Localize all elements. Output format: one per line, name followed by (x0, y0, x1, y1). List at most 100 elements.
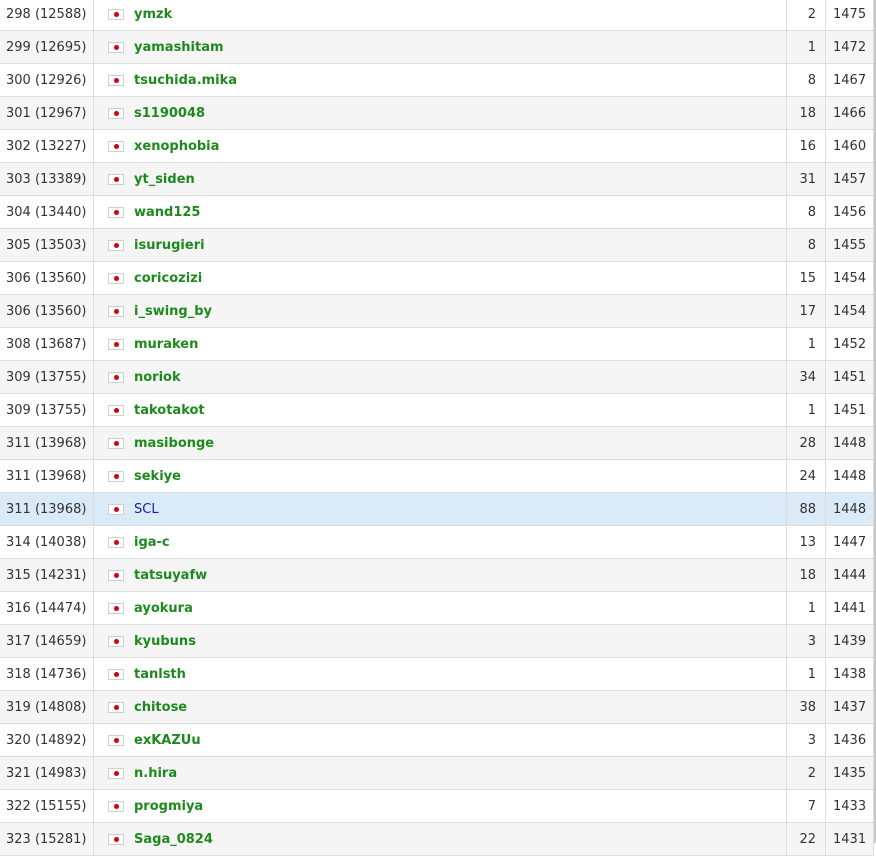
japan-flag-icon (108, 338, 124, 350)
username-link[interactable]: kyubuns (134, 634, 196, 649)
username-link[interactable]: isurugieri (134, 238, 205, 253)
username-link[interactable]: exKAZUu (134, 733, 201, 748)
japan-flag-icon (108, 503, 124, 515)
rating-cell: 1447 (826, 526, 874, 558)
rank-cell: 314 (14038) (0, 526, 94, 558)
japan-flag-icon (108, 767, 124, 779)
rating-cell: 1456 (826, 196, 874, 228)
japan-flag-icon (108, 272, 124, 284)
japan-flag-icon (108, 800, 124, 812)
rank-cell: 316 (14474) (0, 592, 94, 624)
japan-flag-icon (108, 536, 124, 548)
user-cell: sekiye (94, 460, 787, 492)
username-link[interactable]: masibonge (134, 436, 214, 451)
user-cell: i_swing_by (94, 295, 787, 327)
username-link[interactable]: ayokura (134, 601, 193, 616)
participation-count-cell: 17 (787, 295, 826, 327)
rating-cell: 1475 (826, 0, 874, 30)
rank-cell: 311 (13968) (0, 427, 94, 459)
rank-cell: 306 (13560) (0, 295, 94, 327)
user-cell: kyubuns (94, 625, 787, 657)
username-link[interactable]: SCL (134, 502, 159, 517)
rank-cell: 309 (13755) (0, 394, 94, 426)
user-cell: yt_siden (94, 163, 787, 195)
table-row: 323 (15281) Saga_0824 22 1431 (0, 823, 874, 856)
participation-count-cell: 8 (787, 229, 826, 261)
username-link[interactable]: chitose (134, 700, 187, 715)
participation-count-cell: 1 (787, 658, 826, 690)
participation-count-cell: 18 (787, 559, 826, 591)
table-row: 317 (14659) kyubuns 3 1439 (0, 625, 874, 658)
username-link[interactable]: muraken (134, 337, 198, 352)
participation-count-cell: 16 (787, 130, 826, 162)
username-link[interactable]: n.hira (134, 766, 177, 781)
username-link[interactable]: i_swing_by (134, 304, 212, 319)
username-link[interactable]: yt_siden (134, 172, 195, 187)
username-link[interactable]: tanlsth (134, 667, 186, 682)
participation-count-cell: 18 (787, 97, 826, 129)
username-link[interactable]: s1190048 (134, 106, 205, 121)
table-row: 314 (14038) iga-c 13 1447 (0, 526, 874, 559)
username-link[interactable]: wand125 (134, 205, 200, 220)
table-row: 302 (13227) xenophobia 16 1460 (0, 130, 874, 163)
rating-cell: 1472 (826, 31, 874, 63)
user-cell: wand125 (94, 196, 787, 228)
username-link[interactable]: tatsuyafw (134, 568, 207, 583)
rating-cell: 1448 (826, 427, 874, 459)
japan-flag-icon (108, 8, 124, 20)
participation-count-cell: 2 (787, 0, 826, 30)
user-cell: coricozizi (94, 262, 787, 294)
user-cell: xenophobia (94, 130, 787, 162)
japan-flag-icon (108, 602, 124, 614)
japan-flag-icon (108, 701, 124, 713)
user-cell: muraken (94, 328, 787, 360)
participation-count-cell: 3 (787, 724, 826, 756)
rating-cell: 1441 (826, 592, 874, 624)
username-link[interactable]: yamashitam (134, 40, 224, 55)
participation-count-cell: 34 (787, 361, 826, 393)
japan-flag-icon (108, 140, 124, 152)
rank-cell: 304 (13440) (0, 196, 94, 228)
username-link[interactable]: iga-c (134, 535, 170, 550)
username-link[interactable]: sekiye (134, 469, 181, 484)
rank-cell: 319 (14808) (0, 691, 94, 723)
rating-cell: 1452 (826, 328, 874, 360)
table-row: 301 (12967) s1190048 18 1466 (0, 97, 874, 130)
username-link[interactable]: coricozizi (134, 271, 202, 286)
rating-cell: 1444 (826, 559, 874, 591)
table-row: 320 (14892) exKAZUu 3 1436 (0, 724, 874, 757)
user-cell: tatsuyafw (94, 559, 787, 591)
username-link[interactable]: ymzk (134, 7, 172, 22)
user-cell: yamashitam (94, 31, 787, 63)
table-row: 309 (13755) takotakot 1 1451 (0, 394, 874, 427)
rating-cell: 1438 (826, 658, 874, 690)
username-link[interactable]: noriok (134, 370, 181, 385)
username-link[interactable]: xenophobia (134, 139, 219, 154)
rank-cell: 320 (14892) (0, 724, 94, 756)
rating-cell: 1431 (826, 823, 874, 855)
japan-flag-icon (108, 668, 124, 680)
participation-count-cell: 3 (787, 625, 826, 657)
username-link[interactable]: Saga_0824 (134, 832, 213, 847)
table-row: 311 (13968) SCL 88 1448 (0, 493, 874, 526)
table-row: 306 (13560) coricozizi 15 1454 (0, 262, 874, 295)
user-cell: progmiya (94, 790, 787, 822)
rating-cell: 1436 (826, 724, 874, 756)
participation-count-cell: 8 (787, 64, 826, 96)
username-link[interactable]: takotakot (134, 403, 205, 418)
rating-cell: 1448 (826, 493, 874, 525)
rank-cell: 299 (12695) (0, 31, 94, 63)
japan-flag-icon (108, 41, 124, 53)
rating-cell: 1455 (826, 229, 874, 261)
user-cell: s1190048 (94, 97, 787, 129)
user-cell: takotakot (94, 394, 787, 426)
username-link[interactable]: tsuchida.mika (134, 73, 237, 88)
rating-cell: 1467 (826, 64, 874, 96)
user-cell: n.hira (94, 757, 787, 789)
table-row: 315 (14231) tatsuyafw 18 1444 (0, 559, 874, 592)
rank-cell: 306 (13560) (0, 262, 94, 294)
username-link[interactable]: progmiya (134, 799, 203, 814)
participation-count-cell: 7 (787, 790, 826, 822)
participation-count-cell: 1 (787, 394, 826, 426)
rank-cell: 318 (14736) (0, 658, 94, 690)
